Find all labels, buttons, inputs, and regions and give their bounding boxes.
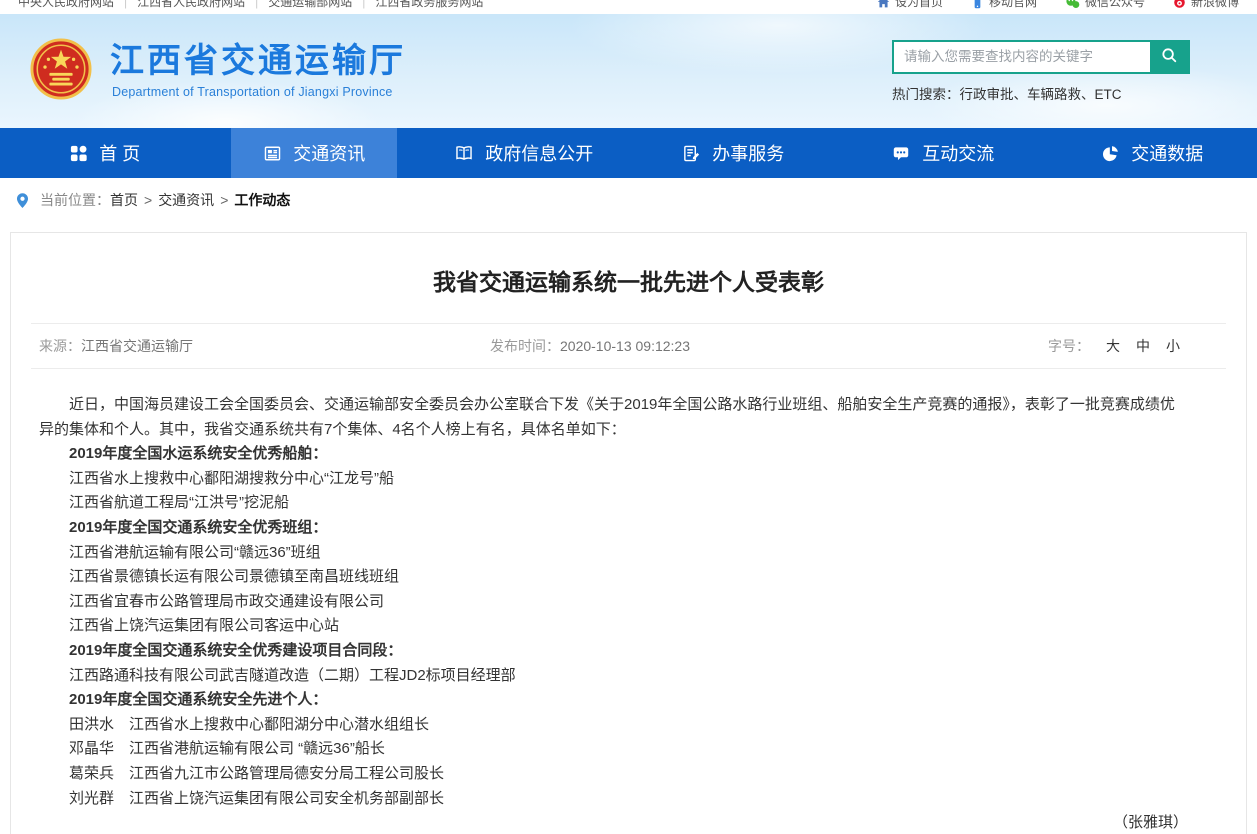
search-icon — [1160, 46, 1178, 67]
nav-item-label: 交通资讯 — [293, 140, 365, 166]
article-source: 来源：江西省交通运输厅 — [31, 336, 193, 356]
font-size-option-大[interactable]: 大 — [1106, 338, 1120, 354]
quick-link-label: 设为首页 — [895, 0, 943, 13]
hot-search-label: 热门搜索： — [892, 87, 960, 102]
nav-item-label: 交通数据 — [1131, 140, 1203, 166]
quick-link-label: 新浪微博 — [1191, 0, 1239, 13]
national-emblem-icon — [30, 38, 92, 105]
topbar-link[interactable]: 江西省人民政府网站 — [137, 0, 245, 9]
breadcrumb-item[interactable]: 交通资讯 — [158, 192, 214, 208]
wechat-icon — [1065, 0, 1080, 13]
font-size-label: 字号： — [1048, 338, 1090, 354]
book-icon — [454, 144, 474, 163]
quick-link-label: 微信公众号 — [1085, 0, 1145, 13]
article-paragraph: 田洪水 江西省水上搜救中心鄱阳湖分中心潜水组组长 — [39, 713, 1188, 738]
main-nav: 首 页 交通资讯 政府信息公开 办事服务 互动交流 交通数据 — [0, 128, 1257, 178]
search-button[interactable] — [1150, 42, 1188, 72]
article-paragraph: 江西省宜春市公路管理局市政交通建设有限公司 — [39, 590, 1188, 615]
nav-item-交通资讯[interactable]: 交通资讯 — [210, 128, 420, 178]
topbar-link[interactable]: 中央人民政府网站 — [18, 0, 114, 9]
form-icon — [682, 144, 701, 163]
article-section-heading: 2019年度全国水运系统安全优秀船舶： — [39, 442, 1188, 467]
quick-link-home[interactable]: 设为首页 — [877, 0, 943, 13]
quick-link-mobile[interactable]: 移动官网 — [971, 0, 1037, 13]
article-paragraph: 葛荣兵 江西省九江市公路管理局德安分局工程公司股长 — [39, 762, 1188, 787]
breadcrumb-separator: > — [220, 192, 228, 208]
font-size-control: 字号： 大中小 — [1048, 336, 1226, 356]
nav-item-label: 首 页 — [99, 140, 140, 166]
nav-item-互动交流[interactable]: 互动交流 — [838, 128, 1048, 178]
quick-link-wechat[interactable]: 微信公众号 — [1065, 0, 1145, 13]
article-section-heading: 2019年度全国交通系统安全优秀班组： — [39, 516, 1188, 541]
article-meta: 来源：江西省交通运输厅 发布时间：2020-10-13 09:12:23 字号：… — [31, 323, 1226, 369]
breadcrumb-item: 工作动态 — [234, 192, 290, 208]
chat-icon — [891, 144, 911, 163]
pie-icon — [1101, 144, 1120, 163]
nav-item-label: 办事服务 — [712, 140, 784, 166]
nav-item-首页[interactable]: 首 页 — [0, 128, 210, 178]
topbar-link-separator: | — [362, 0, 365, 9]
site-title: 江西省交通运输厅 — [110, 43, 406, 80]
breadcrumb-label: 当前位置： — [40, 190, 110, 210]
mobile-icon — [971, 0, 984, 13]
nav-item-label: 互动交流 — [922, 140, 994, 166]
breadcrumb: 当前位置： 首页 > 交通资讯 > 工作动态 — [0, 178, 1257, 222]
nav-item-label: 政府信息公开 — [485, 140, 593, 166]
home-icon — [877, 0, 890, 13]
topbar-quick-links: 设为首页 移动官网 微信公众号 新浪微博 — [877, 0, 1239, 13]
site-logo[interactable]: 江西省交通运输厅 Department of Transportation of… — [30, 38, 406, 105]
nav-item-政府信息公开[interactable]: 政府信息公开 — [419, 128, 629, 178]
topbar-link[interactable]: 江西省政务服务网站 — [375, 0, 483, 9]
weibo-icon — [1173, 0, 1186, 13]
site-header: 江西省交通运输厅 Department of Transportation of… — [0, 14, 1257, 128]
article-signature: （张雅琪） — [39, 811, 1188, 834]
article-paragraph: 江西省景德镇长运有限公司景德镇至南昌班线班组 — [39, 565, 1188, 590]
article-paragraph: 近日，中国海员建设工会全国委员会、交通运输部安全委员会办公室联合下发《关于201… — [39, 393, 1188, 442]
article-publish-time: 发布时间：2020-10-13 09:12:23 — [490, 336, 690, 356]
font-size-option-小[interactable]: 小 — [1166, 338, 1180, 354]
article-section-heading: 2019年度全国交通系统安全先进个人： — [39, 688, 1188, 713]
news-icon — [263, 144, 282, 163]
topbar-links: 中央人民政府网站 | 江西省人民政府网站 | 交通运输部网站 | 江西省政务服务网站 — [18, 0, 483, 13]
nav-item-办事服务[interactable]: 办事服务 — [629, 128, 839, 178]
site-title-english: Department of Transportation of Jiangxi … — [112, 85, 406, 99]
article-body: 近日，中国海员建设工会全国委员会、交通运输部安全委员会办公室联合下发《关于201… — [11, 369, 1246, 834]
article-section-heading: 2019年度全国交通系统安全优秀建设项目合同段： — [39, 639, 1188, 664]
article-title: 我省交通运输系统一批先进个人受表彰 — [11, 233, 1246, 323]
article-paragraph: 江西省上饶汽运集团有限公司客运中心站 — [39, 614, 1188, 639]
breadcrumb-item[interactable]: 首页 — [110, 192, 138, 208]
article-panel: 我省交通运输系统一批先进个人受表彰 来源：江西省交通运输厅 发布时间：2020-… — [10, 232, 1247, 834]
article-paragraph: 江西省航道工程局“江洪号”挖泥船 — [39, 491, 1188, 516]
breadcrumb-separator: > — [144, 192, 152, 208]
location-pin-icon — [14, 191, 31, 210]
topbar-link-separator: | — [255, 0, 258, 9]
hot-search: 热门搜索：行政审批、车辆路救、ETC — [892, 83, 1190, 103]
font-size-option-中[interactable]: 中 — [1136, 338, 1150, 354]
article-paragraph: 江西省水上搜救中心鄱阳湖搜救分中心“江龙号”船 — [39, 467, 1188, 492]
topbar-link-separator: | — [124, 0, 127, 9]
hot-search-items[interactable]: 行政审批、车辆路救、ETC — [960, 87, 1122, 102]
search-box — [892, 40, 1190, 74]
quick-link-label: 移动官网 — [989, 0, 1037, 13]
topbar: 中央人民政府网站 | 江西省人民政府网站 | 交通运输部网站 | 江西省政务服务网站 设为首… — [0, 0, 1257, 14]
article-paragraph: 江西省港航运输有限公司“赣远36”班组 — [39, 541, 1188, 566]
article-paragraph: 江西路通科技有限公司武吉隧道改造（二期）工程JD2标项目经理部 — [39, 664, 1188, 689]
article-paragraph: 邓晶华 江西省港航运输有限公司 “赣远36”船长 — [39, 737, 1188, 762]
article-paragraph: 刘光群 江西省上饶汽运集团有限公司安全机务部副部长 — [39, 787, 1188, 812]
nav-item-交通数据[interactable]: 交通数据 — [1048, 128, 1257, 178]
grid-icon — [69, 144, 88, 163]
quick-link-weibo[interactable]: 新浪微博 — [1173, 0, 1239, 13]
topbar-link[interactable]: 交通运输部网站 — [268, 0, 352, 9]
search-input[interactable] — [894, 42, 1150, 72]
